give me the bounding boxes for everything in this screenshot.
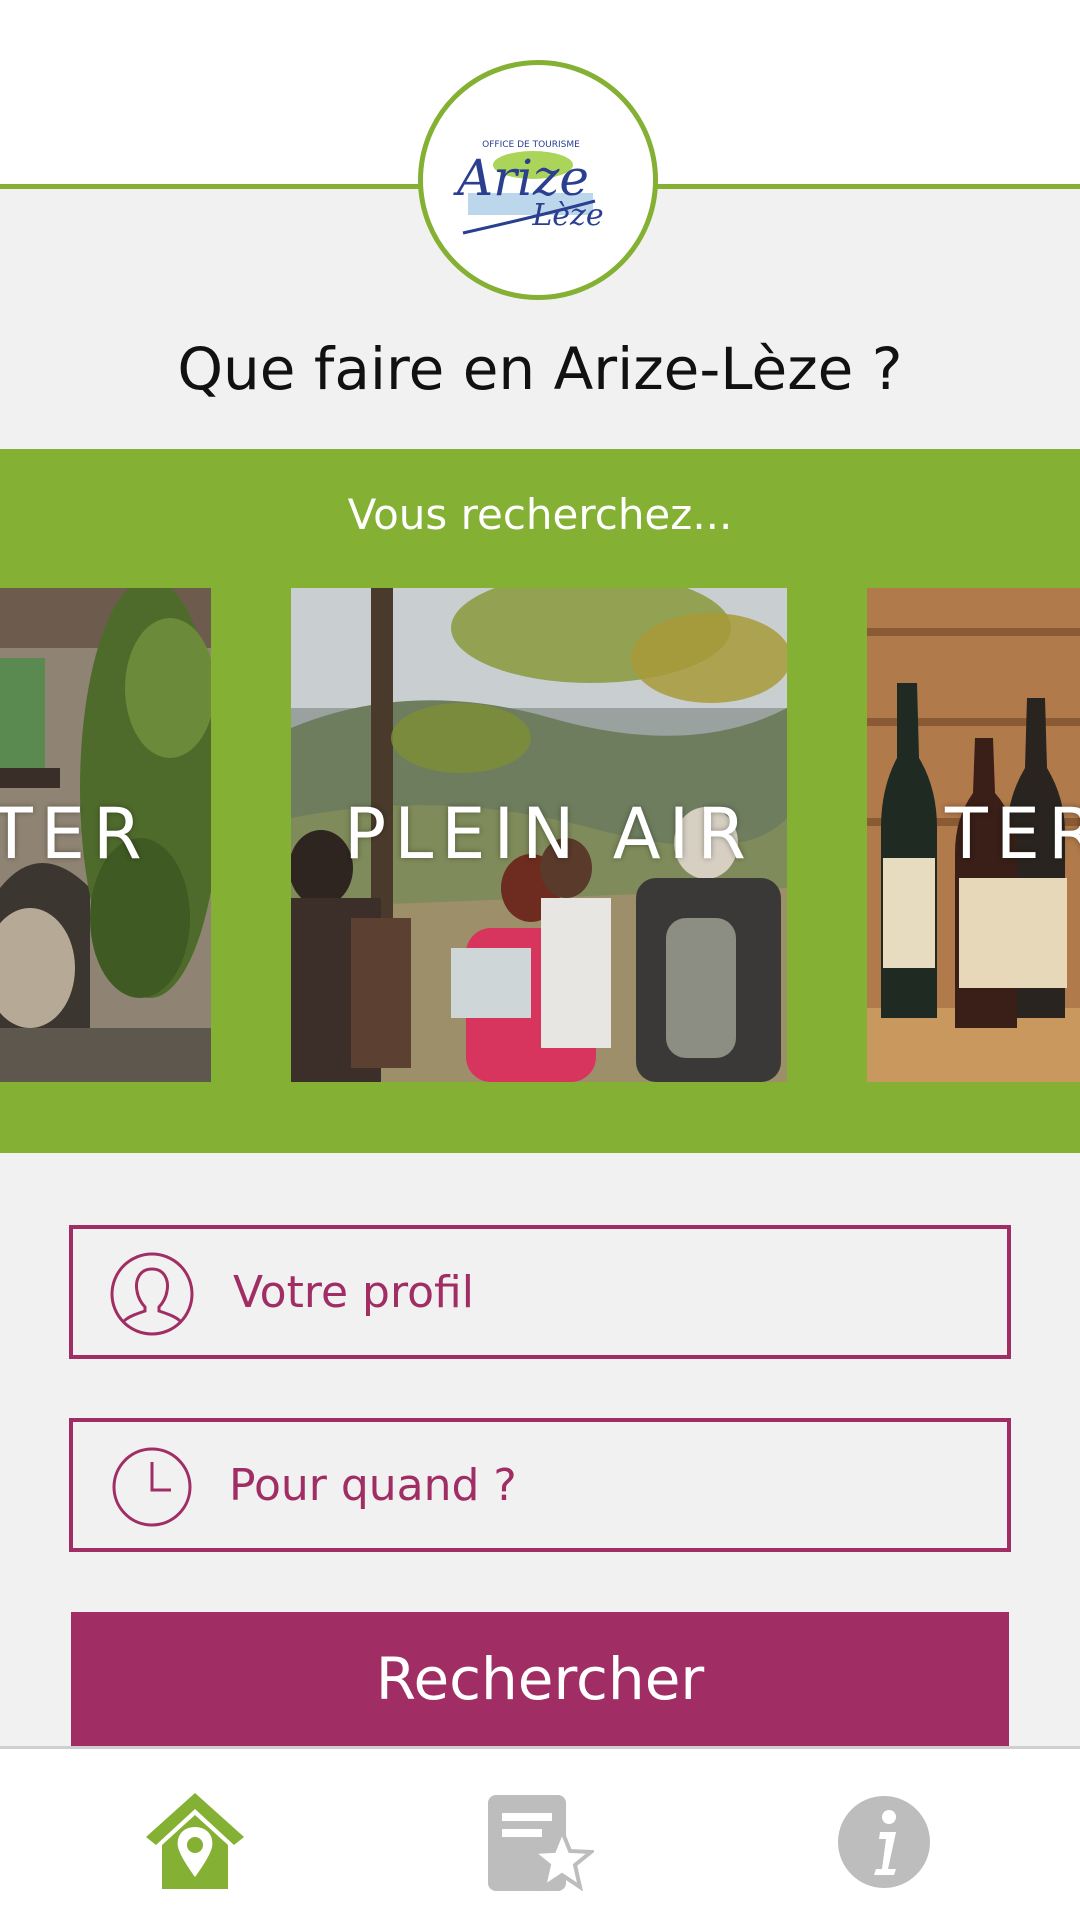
user-profile-icon — [110, 1252, 194, 1336]
info-icon — [838, 1796, 930, 1888]
carousel-heading: Vous recherchez... — [347, 490, 733, 539]
logo-name-bottom: Lèze — [531, 198, 603, 233]
profile-selector[interactable]: Votre profil — [69, 1225, 1011, 1359]
nav-favorites[interactable] — [484, 1787, 597, 1897]
favorites-icon — [488, 1795, 597, 1892]
app-screen: OFFICE DE TOURISME Arize Lèze Que faire … — [0, 0, 1080, 1920]
category-card-label: TER — [0, 793, 150, 875]
profile-label: Votre profil — [233, 1267, 474, 1318]
date-selector[interactable]: Pour quand ? — [69, 1418, 1011, 1552]
page-title: Que faire en Arize-Lèze ? — [177, 335, 903, 403]
logo: OFFICE DE TOURISME Arize Lèze — [418, 60, 658, 300]
search-button[interactable]: Rechercher — [71, 1612, 1009, 1746]
nav-home[interactable] — [140, 1787, 250, 1897]
bottom-navigation — [0, 1746, 1080, 1920]
home-location-icon — [146, 1793, 244, 1889]
category-card-label: PLEIN AIR — [344, 793, 754, 875]
category-card-plein-air[interactable]: PLEIN AIR — [291, 588, 787, 1082]
when-label: Pour quand ? — [229, 1460, 517, 1511]
clock-icon — [112, 1447, 192, 1527]
category-card-left[interactable]: TER — [0, 588, 211, 1082]
category-card-label: TER — [945, 793, 1080, 875]
category-card-right[interactable]: TER — [867, 588, 1080, 1082]
nav-info[interactable] — [834, 1787, 944, 1897]
